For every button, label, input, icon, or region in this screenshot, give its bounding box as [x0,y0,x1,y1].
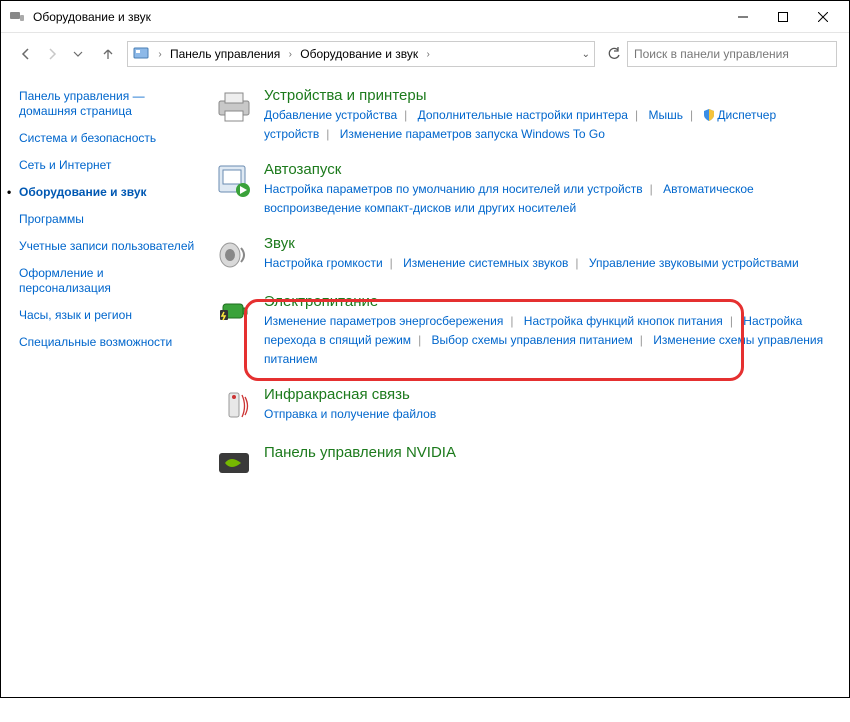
shield-icon [703,108,715,120]
chevron-down-icon[interactable]: ⌄ [582,49,590,60]
up-button[interactable] [95,41,121,67]
close-button[interactable] [803,3,843,31]
category-links: Изменение параметров энергосбережения| Н… [264,312,835,368]
main-content: Устройства и принтеры Добавление устройс… [206,75,849,697]
power-icon [214,293,254,333]
link-infrared-send[interactable]: Отправка и получение файлов [264,407,436,421]
category-title[interactable]: Панель управления NVIDIA [264,444,835,461]
link-windows-to-go[interactable]: Изменение параметров запуска Windows To … [340,127,605,141]
breadcrumb[interactable]: › Панель управления › Оборудование и зву… [127,41,595,67]
link-add-device[interactable]: Добавление устройства [264,108,397,122]
body: Панель управления — домашняя страница Си… [1,75,849,697]
sidebar: Панель управления — домашняя страница Си… [1,75,206,697]
chevron-right-icon[interactable]: › [154,48,166,60]
sidebar-item-clock-language[interactable]: Часы, язык и регион [19,308,196,323]
sidebar-item-user-accounts[interactable]: Учетные записи пользователей [19,239,196,254]
category-title[interactable]: Устройства и принтеры [264,87,835,104]
category-autoplay: Автозапуск Настройка параметров по умолч… [214,161,835,217]
chevron-right-icon[interactable]: › [284,48,296,60]
category-nvidia: Панель управления NVIDIA [214,444,835,484]
maximize-button[interactable] [763,3,803,31]
refresh-button[interactable] [601,41,627,67]
sidebar-item-programs[interactable]: Программы [19,212,196,227]
link-mouse[interactable]: Мышь [648,108,683,122]
printer-icon [214,87,254,127]
link-system-sounds[interactable]: Изменение системных звуков [403,256,568,270]
autoplay-icon [214,161,254,201]
recent-dropdown[interactable] [65,41,91,67]
titlebar: Оборудование и звук [1,1,849,33]
breadcrumb-seg-0[interactable]: Панель управления [166,47,284,61]
category-links: Настройка громкости| Изменение системных… [264,254,835,273]
sidebar-item-home[interactable]: Панель управления — домашняя страница [19,89,196,119]
link-power-buttons[interactable]: Настройка функций кнопок питания [524,314,723,328]
speaker-icon [214,235,254,275]
window-title: Оборудование и звук [33,10,723,24]
forward-button[interactable] [39,41,65,67]
breadcrumb-seg-1[interactable]: Оборудование и звук [296,47,422,61]
back-button[interactable] [13,41,39,67]
search-input[interactable]: Поиск в панели управления [627,41,837,67]
category-infrared: Инфракрасная связь Отправка и получение … [214,386,835,426]
search-placeholder: Поиск в панели управления [634,47,789,61]
category-title[interactable]: Автозапуск [264,161,835,178]
sidebar-item-appearance[interactable]: Оформление и персонализация [19,266,196,296]
category-title[interactable]: Звук [264,235,835,252]
minimize-button[interactable] [723,3,763,31]
chevron-right-icon[interactable]: › [422,48,434,60]
control-panel-icon [132,45,150,63]
link-power-saving[interactable]: Изменение параметров энергосбережения [264,314,503,328]
infrared-icon [214,386,254,426]
category-links: Настройка параметров по умолчанию для но… [264,180,835,217]
nvidia-icon [214,444,254,484]
category-links: Добавление устройства| Дополнительные на… [264,106,835,143]
app-icon [9,9,25,25]
category-sound: Звук Настройка громкости| Изменение сист… [214,235,835,275]
link-autoplay-defaults[interactable]: Настройка параметров по умолчанию для но… [264,182,643,196]
sidebar-item-accessibility[interactable]: Специальные возможности [19,335,196,350]
sidebar-item-system-security[interactable]: Система и безопасность [19,131,196,146]
category-links: Отправка и получение файлов [264,405,835,424]
link-printer-advanced[interactable]: Дополнительные настройки принтера [418,108,628,122]
link-audio-devices[interactable]: Управление звуковыми устройствами [589,256,799,270]
category-title[interactable]: Электропитание [264,293,835,310]
highlight-sidebar-hardware [1,697,171,722]
sidebar-item-network[interactable]: Сеть и Интернет [19,158,196,173]
sidebar-item-hardware-sound[interactable]: Оборудование и звук [19,185,196,200]
category-devices: Устройства и принтеры Добавление устройс… [214,87,835,143]
link-volume[interactable]: Настройка громкости [264,256,383,270]
category-title[interactable]: Инфракрасная связь [264,386,835,403]
link-choose-plan[interactable]: Выбор схемы управления питанием [432,333,633,347]
category-power: Электропитание Изменение параметров энер… [214,293,835,368]
navbar: › Панель управления › Оборудование и зву… [1,33,849,75]
